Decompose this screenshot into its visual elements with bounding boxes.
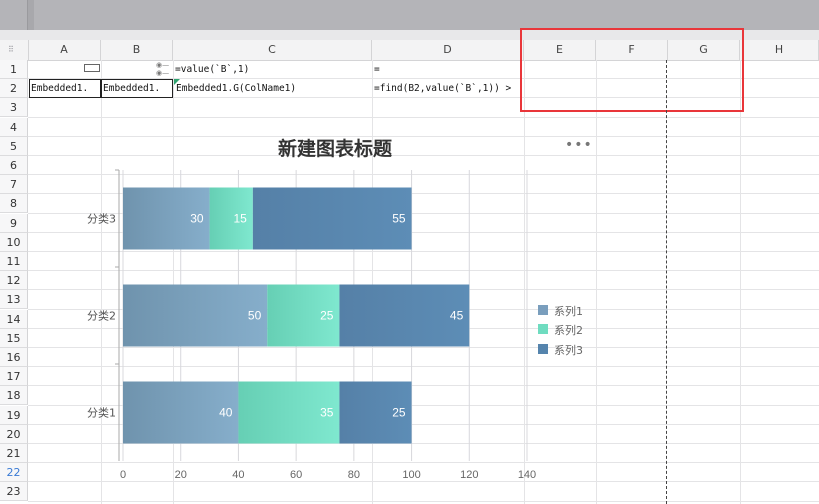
- data-label: 40: [219, 406, 233, 420]
- y-tick-label: 分类2: [87, 309, 116, 323]
- x-tick-label: 120: [460, 469, 478, 481]
- data-label: 50: [248, 309, 262, 323]
- bar-segment: [123, 284, 268, 347]
- data-label: 55: [392, 212, 406, 226]
- legend-label: 系列1: [554, 305, 583, 318]
- more-options-icon[interactable]: •••: [565, 137, 593, 153]
- x-tick-label: 60: [290, 469, 302, 481]
- legend-label: 系列2: [554, 324, 583, 337]
- data-label: 30: [190, 212, 204, 226]
- data-label: 25: [320, 309, 334, 323]
- y-tick-label: 分类3: [87, 212, 116, 226]
- x-tick-label: 40: [232, 469, 244, 481]
- y-tick-label: 分类1: [87, 406, 116, 420]
- legend-label: 系列3: [554, 344, 583, 357]
- legend-swatch: [538, 344, 548, 354]
- data-label: 45: [450, 309, 464, 323]
- data-label: 35: [320, 406, 334, 420]
- page-break-line: [666, 60, 667, 504]
- x-tick-label: 0: [120, 469, 126, 481]
- x-tick-label: 100: [402, 469, 420, 481]
- legend-swatch: [538, 305, 548, 315]
- data-label: 15: [233, 212, 247, 226]
- highlight-box: [520, 28, 744, 112]
- data-label: 25: [392, 406, 406, 420]
- bar-segment: [252, 187, 412, 250]
- chart-title: 新建图表标题: [277, 138, 392, 160]
- x-tick-label: 20: [175, 469, 187, 481]
- x-tick-label: 80: [348, 469, 360, 481]
- x-tick-label: 140: [518, 469, 536, 481]
- legend-swatch: [538, 324, 548, 334]
